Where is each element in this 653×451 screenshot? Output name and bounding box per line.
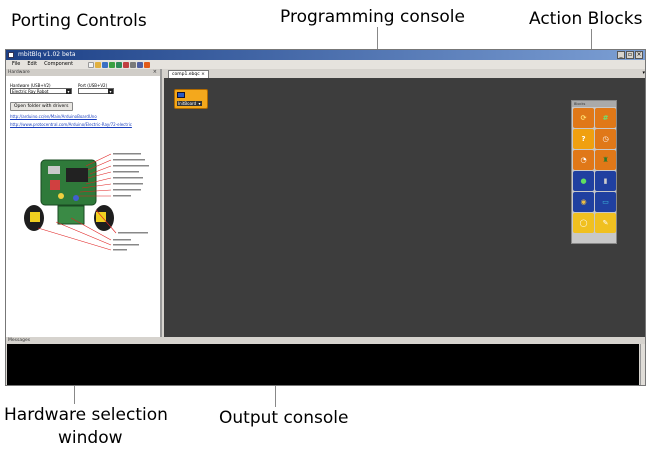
menu-file[interactable]: File — [12, 60, 20, 69]
callout-hardware-selection: Hardware selection — [4, 405, 168, 425]
annotation-label-marks — [113, 153, 149, 251]
open-drivers-button[interactable]: Open folder with drivers — [10, 102, 73, 111]
tab-strip: comp1.ebqc × ▾ — [164, 69, 645, 78]
hardware-select-value: Electric Ray Robot — [12, 89, 49, 94]
speaker-block-icon[interactable]: ◉ — [573, 192, 594, 212]
maximize-button[interactable]: ▫ — [626, 51, 634, 59]
callout-hardware-selection-window: window — [58, 428, 123, 448]
loop-block-icon[interactable]: ⟳ — [573, 108, 594, 128]
robot-wheel-left — [24, 205, 44, 231]
chevron-down-icon[interactable]: ▾ — [642, 70, 645, 76]
app-title: mbitBlq v1.02 beta — [18, 51, 76, 58]
board-icon — [177, 92, 185, 98]
app-icon — [8, 52, 14, 58]
pointer-line-output — [275, 383, 276, 407]
verify-icon[interactable] — [109, 61, 116, 68]
menu-edit[interactable]: Edit — [27, 60, 37, 69]
chevron-down-icon: ▾ — [66, 89, 71, 94]
close-icon[interactable]: × — [153, 69, 157, 76]
chevron-down-icon: ▾ — [197, 101, 202, 106]
hardware-select[interactable]: Electric Ray Robot ▾ — [10, 88, 72, 94]
chip-icon[interactable] — [137, 61, 144, 68]
close-icon[interactable]: × — [201, 72, 205, 77]
protocentral-link[interactable]: http://www.protocentral.com/Arduino/Elec… — [10, 122, 156, 127]
timer-block-icon[interactable]: ◷ — [595, 129, 616, 149]
speed-block-icon[interactable]: ◔ — [573, 150, 594, 170]
hardware-panel-header: Hardware × — [6, 69, 160, 76]
tab-comp1[interactable]: comp1.ebqc × — [168, 70, 209, 78]
help-icon[interactable] — [144, 61, 151, 68]
messages-title: Messages — [8, 338, 31, 343]
action-blocks-palette: Blocks ⟳ # ? ◷ ◔ ♜ ● ▮ ◉ ▭ ◯ ✎ — [571, 100, 617, 244]
chevron-down-icon: ▾ — [108, 89, 113, 94]
callout-porting-controls: Porting Controls — [11, 11, 147, 31]
minimize-button[interactable]: _ — [617, 51, 625, 59]
menu-bar: File Edit Component — [6, 60, 645, 69]
initboard-block[interactable]: InitBoard ▾ — [174, 89, 208, 109]
programming-console[interactable]: comp1.ebqc × ▾ InitBoard ▾ Blocks ⟳ # ? … — [164, 69, 645, 337]
arduino-link[interactable]: http://arduino.cc/en/Main/ArduinoBoardUn… — [10, 114, 156, 119]
output-console-panel: Messages — [6, 337, 645, 385]
counter-block-icon[interactable]: # — [595, 108, 616, 128]
callout-programming-console: Programming console — [280, 7, 465, 27]
upload-icon[interactable] — [116, 61, 123, 68]
tab-label: comp1.ebqc — [172, 72, 200, 77]
open-icon[interactable] — [95, 61, 102, 68]
title-bar: mbitBlq v1.02 beta _ ▫ × — [6, 50, 645, 60]
port-select[interactable]: ▾ — [78, 88, 114, 94]
output-scrollbar[interactable] — [640, 344, 645, 385]
display-block-icon[interactable]: ▭ — [595, 192, 616, 212]
callout-output-console: Output console — [219, 408, 349, 428]
callout-action-blocks: Action Blocks — [529, 9, 643, 29]
close-button[interactable]: × — [635, 51, 643, 59]
comment-block-icon[interactable]: ◯ — [573, 213, 594, 233]
battery-block-icon[interactable]: ▮ — [595, 171, 616, 191]
hardware-panel-title: Hardware — [8, 70, 30, 75]
new-icon[interactable] — [88, 61, 95, 68]
menu-component[interactable]: Component — [44, 60, 73, 69]
led-block-icon[interactable]: ● — [573, 171, 594, 191]
robot-front-board — [57, 205, 85, 225]
robot-block-icon[interactable]: ♜ — [595, 150, 616, 170]
hardware-panel: Hardware × Hardware (USB+V2) Electric Ra… — [6, 69, 162, 337]
save-icon[interactable] — [102, 61, 109, 68]
condition-block-icon[interactable]: ? — [573, 129, 594, 149]
settings-icon[interactable] — [130, 61, 137, 68]
robot-diagram-image — [24, 153, 149, 251]
porting-toolbar — [88, 60, 151, 69]
serial-icon[interactable] — [123, 61, 130, 68]
initboard-label: InitBoard — [177, 101, 198, 106]
robot-chassis — [40, 159, 97, 206]
app-window: mbitBlq v1.02 beta _ ▫ × File Edit Compo… — [5, 49, 646, 386]
output-console[interactable] — [7, 344, 639, 385]
note-block-icon[interactable]: ✎ — [595, 213, 616, 233]
messages-header: Messages — [6, 337, 645, 344]
